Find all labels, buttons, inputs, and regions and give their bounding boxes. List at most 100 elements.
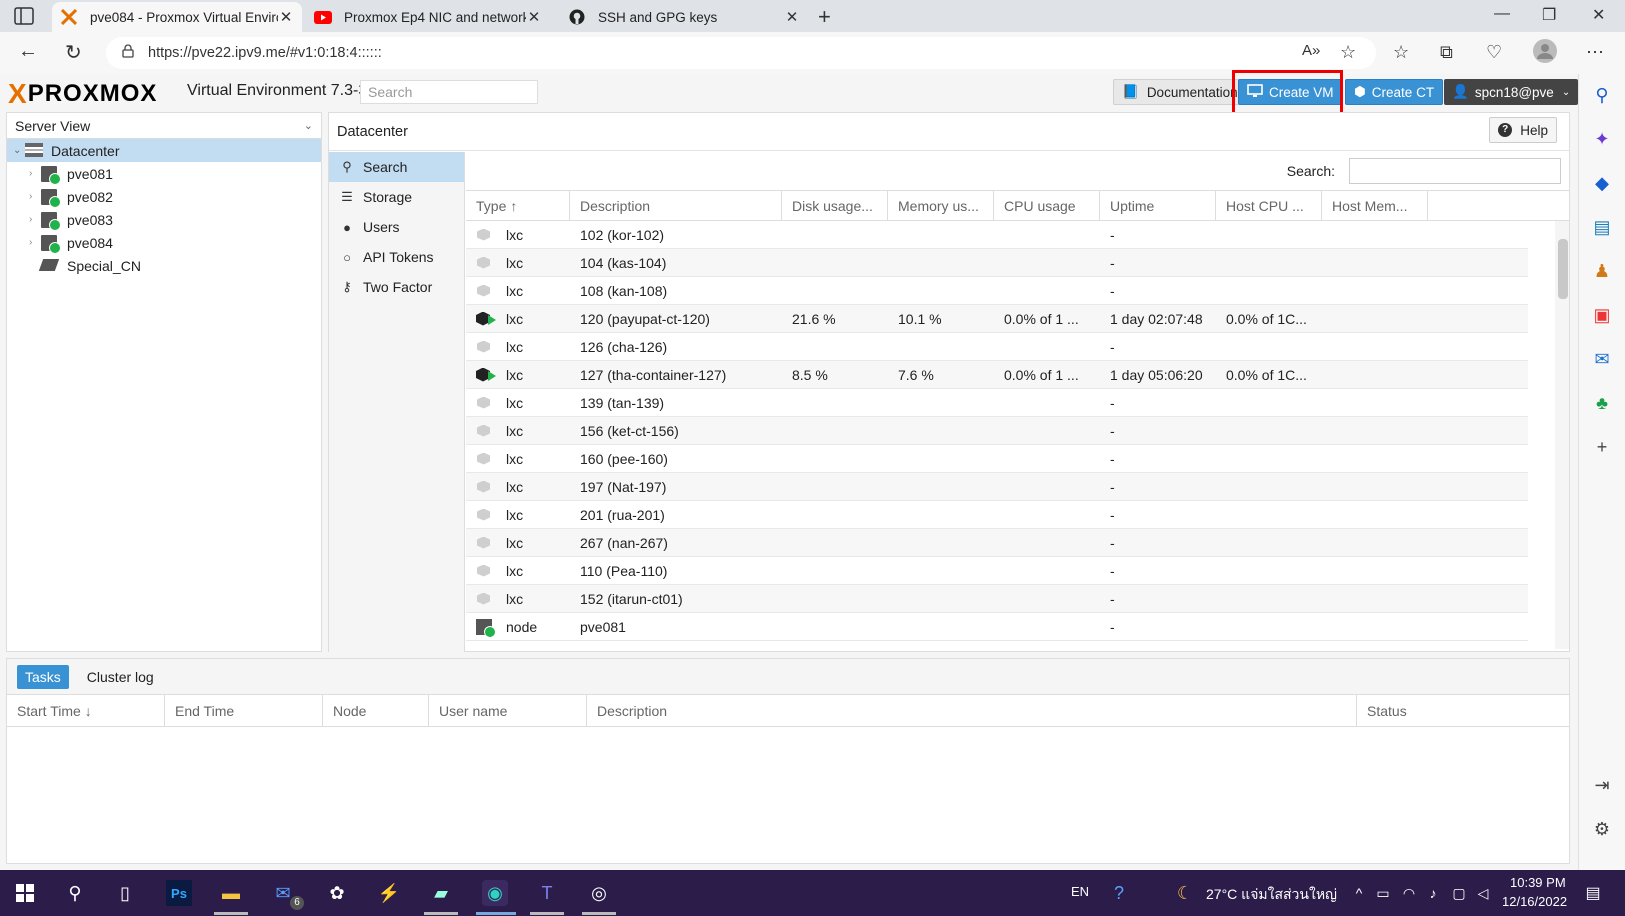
search-icon[interactable]: ⚲ bbox=[62, 880, 88, 906]
expand-arrow-icon[interactable]: › bbox=[29, 214, 41, 225]
expand-arrow-icon[interactable]: › bbox=[29, 191, 41, 202]
column-header-status[interactable]: Status bbox=[1357, 695, 1569, 726]
tree-item-node[interactable]: › pve081 bbox=[7, 162, 321, 185]
tree-item-node[interactable]: › pve083 bbox=[7, 208, 321, 231]
wifi-icon[interactable]: ◠ bbox=[1396, 880, 1422, 906]
restore-icon[interactable]: ❐ bbox=[1542, 5, 1556, 25]
table-row[interactable]: lxc 152 (itarun-ct01) - bbox=[466, 585, 1528, 613]
header-search-input[interactable]: Search bbox=[360, 80, 538, 104]
column-header-uptime[interactable]: Uptime bbox=[1100, 191, 1216, 220]
back-icon[interactable]: ← bbox=[18, 40, 38, 63]
column-header-end-time[interactable]: End Time bbox=[165, 695, 323, 726]
teams-icon[interactable]: T bbox=[534, 880, 560, 906]
subnav-users[interactable]: ● Users bbox=[329, 212, 464, 242]
read-aloud-icon[interactable]: A» bbox=[1302, 42, 1320, 59]
tab-tasks[interactable]: Tasks bbox=[17, 664, 69, 689]
refresh-icon[interactable]: ↻ bbox=[65, 40, 82, 65]
subnav-search[interactable]: ⚲ Search bbox=[329, 152, 464, 182]
new-tab-icon[interactable]: + bbox=[818, 4, 831, 30]
settings-gear-icon[interactable]: ⚙ bbox=[1591, 818, 1613, 840]
office-icon[interactable]: ▣ bbox=[1591, 304, 1613, 326]
expand-arrow-icon[interactable]: › bbox=[29, 168, 41, 179]
column-header-cpu[interactable]: CPU usage bbox=[994, 191, 1100, 220]
column-header-host-cpu[interactable]: Host CPU ... bbox=[1216, 191, 1322, 220]
search-icon[interactable]: ⚲ bbox=[1591, 84, 1613, 106]
notes-icon[interactable]: ▰ bbox=[428, 880, 454, 906]
table-row[interactable]: lxc 102 (kor-102) - bbox=[466, 221, 1528, 249]
expand-arrow-icon[interactable]: ⌄ bbox=[13, 145, 25, 156]
display-icon[interactable]: ▢ bbox=[1446, 880, 1472, 906]
tree-icon[interactable]: ♣ bbox=[1591, 392, 1613, 414]
more-options-icon[interactable]: ⋯ bbox=[1586, 42, 1604, 63]
column-header-type[interactable]: Type ↑ bbox=[466, 191, 570, 220]
tab-cluster-log[interactable]: Cluster log bbox=[79, 665, 162, 689]
tree-item-datacenter[interactable]: ⌄ Datacenter bbox=[7, 139, 321, 162]
table-row[interactable]: lxc 267 (nan-267) - bbox=[466, 529, 1528, 557]
column-header-memory[interactable]: Memory us... bbox=[888, 191, 994, 220]
expand-arrow-icon[interactable]: › bbox=[29, 237, 41, 248]
tab-actions-icon[interactable] bbox=[14, 7, 36, 25]
tree-item-pool[interactable]: Special_CN bbox=[7, 254, 321, 277]
user-menu-button[interactable]: 👤 spcn18@pve ⌄ bbox=[1444, 79, 1579, 105]
profile-avatar-icon[interactable] bbox=[1533, 39, 1557, 68]
column-header-start-time[interactable]: Start Time ↓ bbox=[7, 695, 165, 726]
photoshop-icon[interactable]: Ps bbox=[166, 880, 192, 906]
create-ct-button[interactable]: ⬢ Create CT bbox=[1345, 79, 1444, 105]
collections-icon[interactable]: ⧉ bbox=[1440, 42, 1453, 63]
add-favorite-icon[interactable]: ☆ bbox=[1340, 42, 1356, 63]
close-tab-icon[interactable]: ✕ bbox=[526, 8, 542, 26]
battery-icon[interactable]: ▭ bbox=[1370, 880, 1396, 906]
url-field[interactable]: https://pve22.ipv9.me/#v1:0:18:4:::::: bbox=[106, 37, 1376, 69]
browser-essentials-icon[interactable]: ♡ bbox=[1486, 42, 1502, 63]
volume-icon[interactable]: ◁ bbox=[1470, 880, 1496, 906]
terminal-icon[interactable]: ⚡ bbox=[376, 880, 402, 906]
discover-icon[interactable]: ✦ bbox=[1591, 128, 1613, 150]
games-icon[interactable]: ♟ bbox=[1591, 260, 1613, 282]
view-selector[interactable]: Server View ⌄ bbox=[7, 113, 321, 139]
table-row[interactable]: lxc 110 (Pea-110) - bbox=[466, 557, 1528, 585]
tray-overflow-icon[interactable]: ^ bbox=[1346, 880, 1372, 906]
tree-item-node[interactable]: › pve082 bbox=[7, 185, 321, 208]
browser-tab-github[interactable]: SSH and GPG keys ✕ bbox=[560, 2, 808, 32]
subnav-api-tokens[interactable]: ○ API Tokens bbox=[329, 242, 464, 272]
help-button[interactable]: ? Help bbox=[1489, 117, 1557, 143]
table-row[interactable]: lxc 104 (kas-104) - bbox=[466, 249, 1528, 277]
favorites-icon[interactable]: ☆ bbox=[1393, 42, 1409, 63]
close-tab-icon[interactable]: ✕ bbox=[278, 8, 294, 26]
column-header-description[interactable]: Description bbox=[587, 695, 1357, 726]
minimize-icon[interactable]: — bbox=[1494, 5, 1510, 23]
help-circle-icon[interactable]: ? bbox=[1106, 880, 1132, 906]
table-row[interactable]: lxc 156 (ket-ct-156) - bbox=[466, 417, 1528, 445]
column-header-disk[interactable]: Disk usage... bbox=[782, 191, 888, 220]
outlook-icon[interactable]: ✉ bbox=[1591, 348, 1613, 370]
add-icon[interactable]: + bbox=[1591, 436, 1613, 458]
hide-sidebar-icon[interactable]: ⇥ bbox=[1591, 774, 1613, 796]
column-header-user-name[interactable]: User name bbox=[429, 695, 587, 726]
table-row[interactable]: lxc 160 (pee-160) - bbox=[466, 445, 1528, 473]
language-indicator[interactable]: EN bbox=[1071, 884, 1089, 899]
table-row[interactable]: lxc 201 (rua-201) - bbox=[466, 501, 1528, 529]
subnav-storage[interactable]: ☰ Storage bbox=[329, 182, 464, 212]
file-explorer-icon[interactable]: ▬ bbox=[218, 880, 244, 906]
notification-icon[interactable]: ▤ bbox=[1580, 880, 1606, 906]
browser-tab-youtube[interactable]: Proxmox Ep4 NIC and network to ✕ bbox=[306, 2, 550, 32]
table-row[interactable]: lxc 127 (tha-container-127) 8.5 % 7.6 % 0.0%… bbox=[466, 361, 1528, 389]
shopping-icon[interactable]: ◆ bbox=[1591, 172, 1613, 194]
table-row[interactable]: lxc 197 (Nat-197) - bbox=[466, 473, 1528, 501]
table-row[interactable]: lxc 126 (cha-126) - bbox=[466, 333, 1528, 361]
grid-search-input[interactable] bbox=[1349, 158, 1561, 184]
clock-date[interactable]: 12/16/2022 bbox=[1502, 894, 1567, 909]
column-header-node[interactable]: Node bbox=[323, 695, 429, 726]
subnav-two-factor[interactable]: ⚷ Two Factor bbox=[329, 272, 464, 302]
table-row[interactable]: lxc 139 (tan-139) - bbox=[466, 389, 1528, 417]
app-icon[interactable]: ✿ bbox=[324, 880, 350, 906]
browser-tab-proxmox[interactable]: pve084 - Proxmox Virtual Enviror ✕ bbox=[52, 2, 302, 32]
tools-icon[interactable]: ▤ bbox=[1591, 216, 1613, 238]
tree-item-node[interactable]: › pve084 bbox=[7, 231, 321, 254]
table-row[interactable]: lxc 108 (kan-108) - bbox=[466, 277, 1528, 305]
grid-scrollbar[interactable] bbox=[1555, 221, 1569, 649]
obs-icon[interactable]: ◎ bbox=[586, 880, 612, 906]
table-row[interactable]: node pve081 - bbox=[466, 613, 1528, 641]
microphone-icon[interactable]: ♪ bbox=[1420, 880, 1446, 906]
clock-time[interactable]: 10:39 PM bbox=[1510, 875, 1566, 890]
